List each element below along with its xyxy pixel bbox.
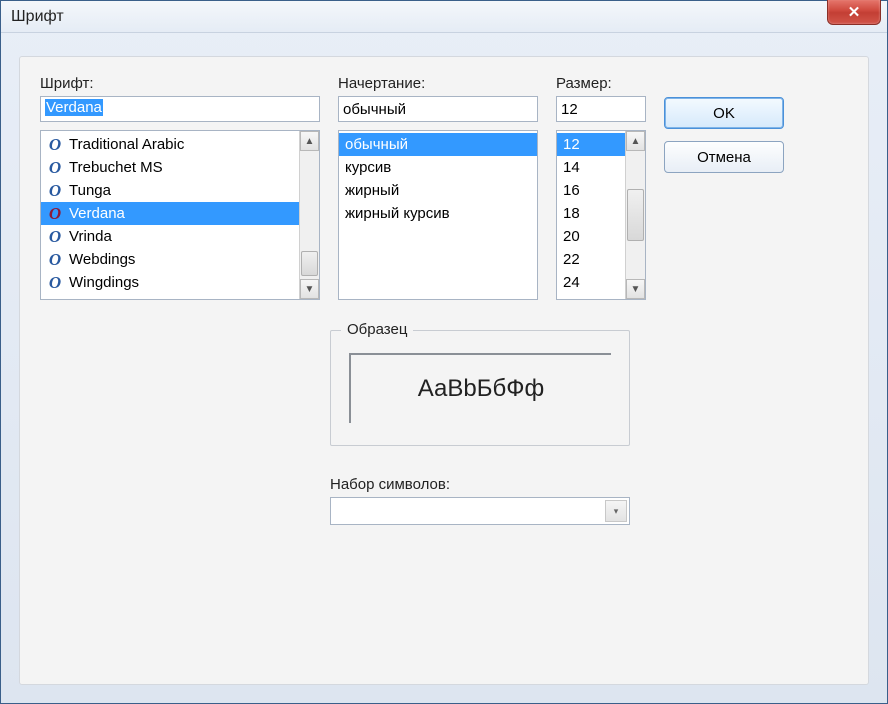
font-list-item[interactable]: O Webdings	[41, 248, 299, 271]
cancel-button[interactable]: Отмена	[664, 141, 784, 173]
font-item-label: Webdings	[69, 248, 135, 271]
size-list-item[interactable]: 22	[557, 248, 625, 271]
charset-combo[interactable]: ▾	[330, 497, 630, 525]
font-list-item[interactable]: O Traditional Arabic	[41, 133, 299, 156]
sample-group: Образец АаВbБбФф	[330, 330, 630, 446]
font-list-item[interactable]: O Wingdings	[41, 271, 299, 294]
opentype-icon: O	[47, 225, 63, 248]
style-list-item[interactable]: жирный курсив	[339, 202, 537, 225]
top-row: Шрифт: Verdana O Traditional Arabic O Trebu…	[40, 75, 848, 300]
chevron-down-icon: ▾	[614, 506, 619, 517]
style-input[interactable]	[338, 96, 538, 122]
font-item-label: Wingdings	[69, 271, 139, 294]
opentype-icon: O	[47, 179, 63, 202]
font-item-label: Verdana	[69, 202, 125, 225]
scroll-thumb[interactable]	[627, 189, 644, 240]
font-list-item[interactable]: O Tunga	[41, 179, 299, 202]
scroll-thumb[interactable]	[301, 251, 318, 277]
style-label: Начертание:	[338, 75, 538, 92]
opentype-icon: O	[47, 271, 63, 294]
charset-label: Набор символов:	[330, 476, 630, 493]
scroll-down-button[interactable]: ▼	[626, 279, 645, 299]
font-item-label: Traditional Arabic	[69, 133, 184, 156]
font-item-label: Trebuchet MS	[69, 156, 163, 179]
close-icon: ✕	[848, 3, 861, 21]
chevron-up-icon: ▲	[305, 136, 315, 147]
size-label: Размер:	[556, 75, 646, 92]
style-column: Начертание: обычныйкурсивжирныйжирный ку…	[338, 75, 538, 300]
font-list-item[interactable]: O Verdana	[41, 202, 299, 225]
style-list-item[interactable]: курсив	[339, 156, 537, 179]
charset-group: Набор символов: ▾	[330, 476, 630, 525]
size-scrollbar[interactable]: ▲ ▼	[625, 131, 645, 299]
font-list-item[interactable]: O Trebuchet MS	[41, 156, 299, 179]
font-column: Шрифт: Verdana O Traditional Arabic O Trebu…	[40, 75, 320, 300]
scroll-up-button[interactable]: ▲	[626, 131, 645, 151]
titlebar[interactable]: Шрифт ✕	[1, 1, 887, 33]
scroll-track[interactable]	[300, 151, 319, 279]
size-column: Размер: 12141618202224 ▲ ▼	[556, 75, 646, 300]
window-title: Шрифт	[11, 8, 64, 26]
style-listbox[interactable]: обычныйкурсивжирныйжирный курсив	[338, 130, 538, 300]
size-list-item[interactable]: 16	[557, 179, 625, 202]
combo-arrow-button[interactable]: ▾	[605, 500, 627, 522]
style-list-item[interactable]: обычный	[339, 133, 537, 156]
buttons-column: OK Отмена	[664, 75, 848, 300]
dialog-content: Шрифт: Verdana O Traditional Arabic O Trebu…	[19, 56, 869, 685]
chevron-down-icon: ▼	[305, 284, 315, 295]
scroll-up-button[interactable]: ▲	[300, 131, 319, 151]
scroll-track[interactable]	[626, 151, 645, 279]
size-list-item[interactable]: 12	[557, 133, 625, 156]
chevron-up-icon: ▲	[631, 136, 641, 147]
sample-fieldset: Образец АаВbБбФф	[330, 330, 630, 446]
font-dialog: Шрифт ✕ Шрифт: Verdana O Traditional Arab…	[0, 0, 888, 704]
size-input[interactable]	[556, 96, 646, 122]
font-list-item[interactable]: O Vrinda	[41, 225, 299, 248]
sample-label: Образец	[341, 321, 413, 338]
sample-text: АаВbБбФф	[349, 353, 611, 423]
size-list-item[interactable]: 18	[557, 202, 625, 225]
font-input-value: Verdana	[45, 99, 103, 116]
chevron-down-icon: ▼	[631, 284, 641, 295]
font-item-label: Vrinda	[69, 225, 112, 248]
size-list-item[interactable]: 14	[557, 156, 625, 179]
style-list-item[interactable]: жирный	[339, 179, 537, 202]
size-list-item[interactable]: 24	[557, 271, 625, 294]
font-item-label: Tunga	[69, 179, 111, 202]
opentype-icon: O	[47, 133, 63, 156]
opentype-icon: O	[47, 156, 63, 179]
font-label: Шрифт:	[40, 75, 320, 92]
ok-button[interactable]: OK	[664, 97, 784, 129]
scroll-down-button[interactable]: ▼	[300, 279, 319, 299]
font-input[interactable]: Verdana	[40, 96, 320, 122]
opentype-icon: O	[47, 202, 63, 225]
size-listbox[interactable]: 12141618202224 ▲ ▼	[556, 130, 646, 300]
font-listbox[interactable]: OTraditional ArabicOTrebuchet MSOTungaOV…	[40, 130, 320, 300]
close-button[interactable]: ✕	[827, 0, 881, 25]
size-list-item[interactable]: 20	[557, 225, 625, 248]
font-scrollbar[interactable]: ▲ ▼	[299, 131, 319, 299]
opentype-icon: O	[47, 248, 63, 271]
